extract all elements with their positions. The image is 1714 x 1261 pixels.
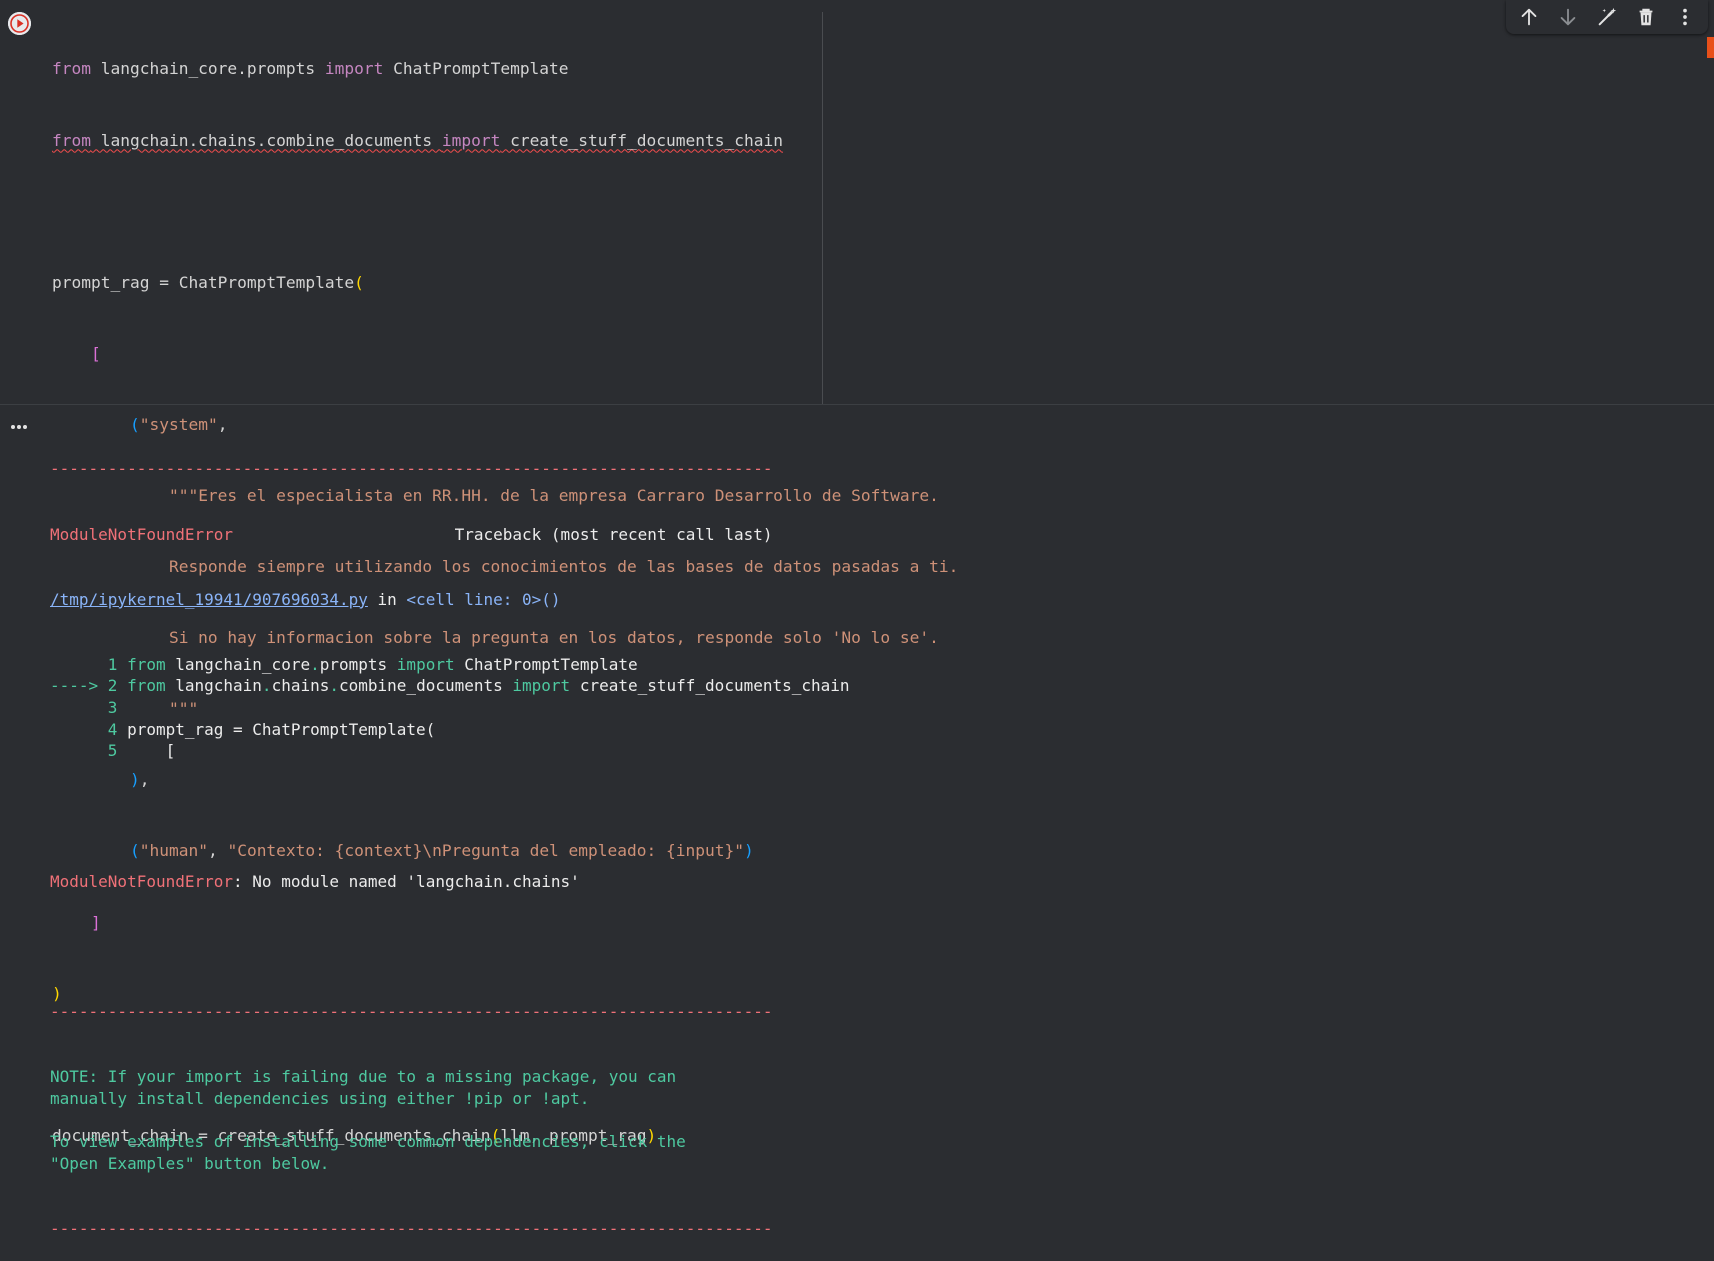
note-line	[50, 1109, 850, 1131]
code-line-5: [	[90, 343, 101, 363]
traceback-line-code: [	[127, 741, 176, 761]
in-text: in	[367, 589, 407, 609]
separator-line: ----------------------------------------…	[50, 459, 773, 479]
traceback-line: ----> 2 from langchain.chains.combine_do…	[50, 675, 850, 697]
cell-toolbar	[1506, 0, 1708, 34]
traceback-line-code: prompt_rag = ChatPromptTemplate(	[127, 719, 436, 739]
run-cell-button[interactable]	[8, 12, 31, 35]
cell-output-divider	[0, 404, 1714, 405]
code-line-2: from langchain.chains.combine_documents …	[52, 130, 783, 150]
code-cell[interactable]: from langchain_core.prompts import ChatP…	[0, 0, 1714, 1145]
error-name: ModuleNotFoundError	[50, 524, 234, 544]
traceback-line-number: ----> 2	[50, 676, 128, 696]
traceback-line-code: from langchain.chains.combine_documents …	[127, 676, 850, 696]
traceback-line-code: from langchain_core.prompts import ChatP…	[127, 654, 638, 674]
move-down-button[interactable]	[1554, 3, 1582, 31]
trash-icon	[1639, 8, 1653, 26]
traceback-line: 4 prompt_rag = ChatPromptTemplate(	[50, 719, 850, 741]
separator-line: ----------------------------------------…	[50, 1218, 773, 1238]
error-output: ----------------------------------------…	[50, 415, 850, 1261]
traceback-header-line: ModuleNotFoundError Traceback (most rece…	[50, 524, 850, 546]
edit-with-ai-button[interactable]	[1593, 3, 1621, 31]
more-options-button[interactable]	[1671, 3, 1699, 31]
cell-ref: <cell line: 0>()	[406, 589, 561, 609]
traceback-line-number: 1	[50, 654, 128, 674]
note-line: "Open Examples" button below.	[50, 1153, 330, 1173]
traceback-header: Traceback (most recent call last)	[454, 524, 773, 544]
code-line-1: from langchain_core.prompts import ChatP…	[52, 59, 569, 79]
arrow-up-icon	[1522, 8, 1537, 26]
magic-edit-icon	[1598, 7, 1617, 26]
error-message: : No module named 'langchain.chains'	[233, 871, 580, 891]
play-icon	[8, 12, 31, 35]
note-line: NOTE: If your import is failing due to a…	[50, 1066, 677, 1086]
note-line: manually install dependencies using eith…	[50, 1088, 590, 1108]
more-horiz-icon	[11, 425, 27, 429]
more-vert-icon	[1682, 8, 1687, 26]
traceback-line: 5 [	[50, 740, 850, 762]
traceback-line-number: 5	[50, 741, 128, 761]
error-name-2: ModuleNotFoundError	[50, 871, 234, 891]
move-up-button[interactable]	[1515, 3, 1543, 31]
traceback-line-number: 4	[50, 719, 128, 739]
traceback-code-lines: 1 from langchain_core.prompts import Cha…	[50, 654, 850, 762]
file-line: /tmp/ipykernel_19941/907696034.py in <ce…	[50, 589, 850, 611]
code-line-4: prompt_rag = ChatPromptTemplate(	[52, 272, 364, 292]
scroll-marker	[1707, 37, 1714, 58]
arrow-down-icon	[1560, 8, 1576, 26]
separator-line: ----------------------------------------…	[50, 1001, 773, 1021]
traceback-file-link[interactable]: /tmp/ipykernel_19941/907696034.py	[50, 590, 368, 609]
note-block: NOTE: If your import is failing due to a…	[50, 1066, 850, 1174]
traceback-line-number: 3	[50, 698, 128, 718]
error-message-line: ModuleNotFoundError: No module named 'la…	[50, 871, 850, 893]
note-line: To view examples of installing some comm…	[50, 1131, 686, 1151]
delete-cell-button[interactable]	[1632, 3, 1660, 31]
traceback-line: 1 from langchain_core.prompts import Cha…	[50, 654, 850, 676]
traceback-line: 3	[50, 697, 850, 719]
output-actions-button[interactable]	[10, 416, 28, 429]
